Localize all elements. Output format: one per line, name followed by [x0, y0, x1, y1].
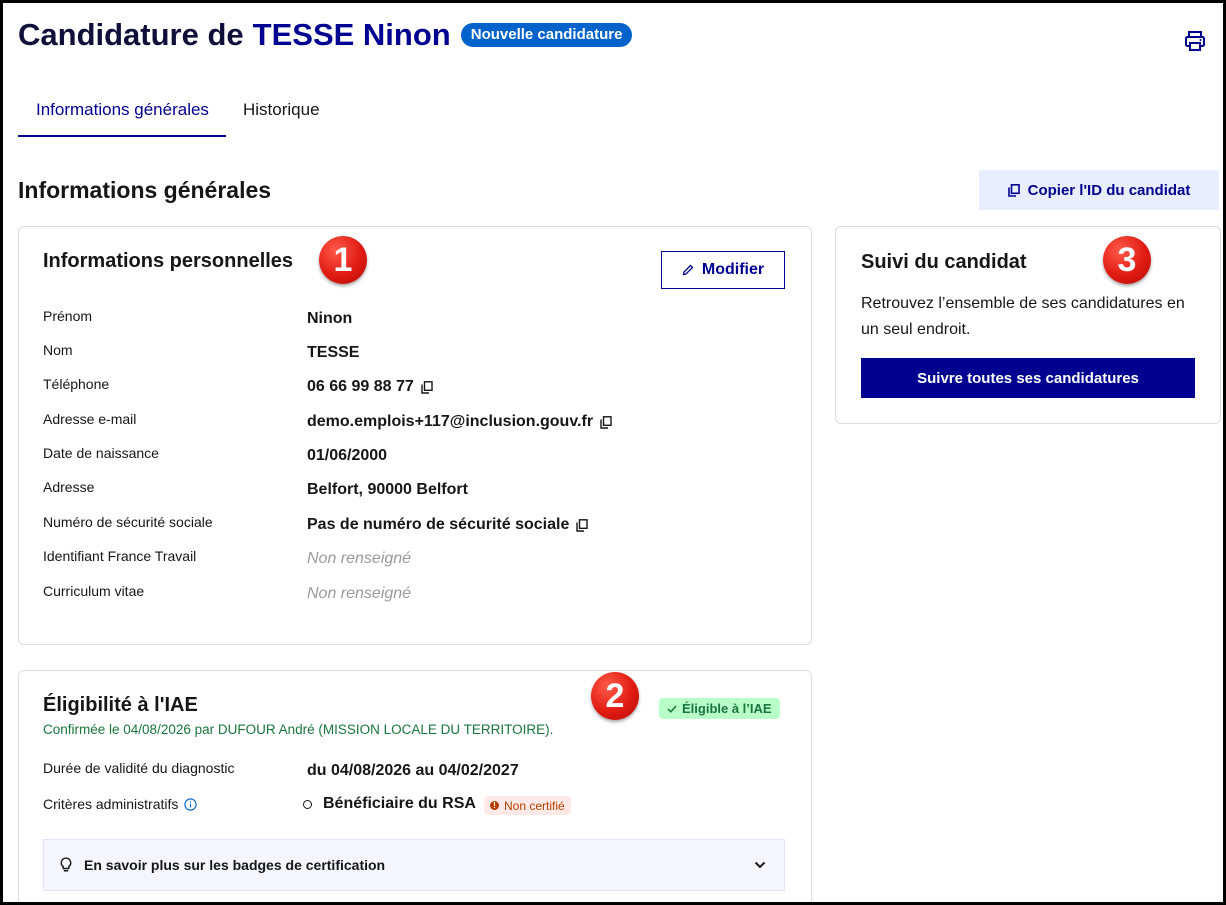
print-icon[interactable] — [1183, 29, 1207, 53]
copy-icon — [1007, 183, 1020, 197]
label-nom: Nom — [43, 342, 73, 358]
active-tab-indicator — [18, 135, 226, 137]
modify-label: Modifier — [701, 261, 765, 278]
value-prenom: Ninon — [307, 310, 353, 327]
check-icon — [667, 704, 677, 713]
status-badge: Nouvelle candidature — [460, 23, 633, 47]
value-france-travail-id: Non renseigné — [307, 550, 412, 567]
modify-button[interactable]: Modifier — [661, 251, 785, 289]
value-address: Belfort, 90000 Belfort — [307, 481, 468, 498]
copy-phone-icon[interactable] — [421, 380, 433, 394]
follow-title: Suivi du candidat — [861, 251, 1027, 273]
label-cv: Curriculum vitae — [43, 583, 145, 599]
label-birthdate: Date de naissance — [43, 445, 159, 461]
eligibility-title: Éligibilité à l'IAE — [43, 694, 198, 716]
criteria-bullet — [303, 800, 312, 809]
copy-ssn-icon[interactable] — [576, 518, 589, 532]
eligibility-status-badge: Éligible à l’IAE — [659, 698, 780, 719]
copy-id-label: Copier l'ID du candidat — [1027, 181, 1191, 199]
title-prefix: Candidature de — [18, 17, 244, 52]
marker-badge-1: 1 — [319, 236, 367, 284]
marker-badge-2: 2 — [591, 672, 639, 720]
eligibility-confirmation: Confirmée le 04/08/2026 par DUFOUR André… — [43, 722, 554, 737]
label-email: Adresse e-mail — [43, 411, 137, 427]
value-cv: Non renseigné — [307, 585, 412, 602]
application-page: Candidature de TESSE Ninon Nouvelle cand… — [0, 0, 1226, 905]
chevron-down-icon — [754, 861, 766, 869]
value-birthdate: 01/06/2000 — [307, 447, 388, 464]
marker-badge-3: 3 — [1103, 236, 1151, 284]
label-telephone: Téléphone — [43, 376, 110, 392]
tab-historique[interactable]: Historique — [243, 100, 320, 120]
label-criteria: Critères administratifs — [43, 796, 198, 812]
label-validity: Durée de validité du diagnostic — [43, 760, 235, 776]
personal-info-title: Informations personnelles — [43, 250, 294, 272]
pencil-icon — [682, 264, 694, 276]
section-title: Informations générales — [18, 177, 272, 203]
value-email: demo.emplois+117@inclusion.gouv.fr — [307, 413, 612, 431]
value-criteria: Bénéficiaire du RSA — [323, 795, 476, 812]
accordion-label: En savoir plus sur les badges de certifi… — [84, 857, 386, 873]
follow-all-applications-button[interactable]: Suivre toutes ses candidatures — [861, 358, 1195, 398]
page-title: Candidature de TESSE Ninon Nouvelle cand… — [18, 17, 633, 53]
copy-email-icon[interactable] — [600, 415, 612, 429]
copy-candidate-id-button[interactable]: Copier l'ID du candidat — [979, 170, 1219, 210]
candidate-name: TESSE Ninon — [252, 17, 451, 52]
label-prenom: Prénom — [43, 308, 93, 324]
info-icon[interactable] — [184, 797, 198, 811]
tab-informations-generales[interactable]: Informations générales — [36, 100, 209, 120]
label-address: Adresse — [43, 479, 95, 495]
value-nom: TESSE — [307, 344, 360, 361]
label-france-travail-id: Identifiant France Travail — [43, 548, 197, 564]
warning-icon: ! — [490, 801, 499, 810]
certification-badges-accordion[interactable]: En savoir plus sur les badges de certifi… — [43, 839, 785, 891]
non-certified-badge: ! Non certifié — [484, 796, 571, 815]
label-social-security: Numéro de sécurité sociale — [43, 514, 213, 530]
value-social-security: Pas de numéro de sécurité sociale — [307, 516, 589, 534]
lightbulb-icon — [60, 857, 72, 872]
follow-description: Retrouvez l’ensemble de ses candidatures… — [861, 295, 1185, 338]
value-telephone: 06 66 99 88 77 — [307, 378, 433, 396]
value-validity: du 04/08/2026 au 04/02/2027 — [307, 762, 519, 779]
